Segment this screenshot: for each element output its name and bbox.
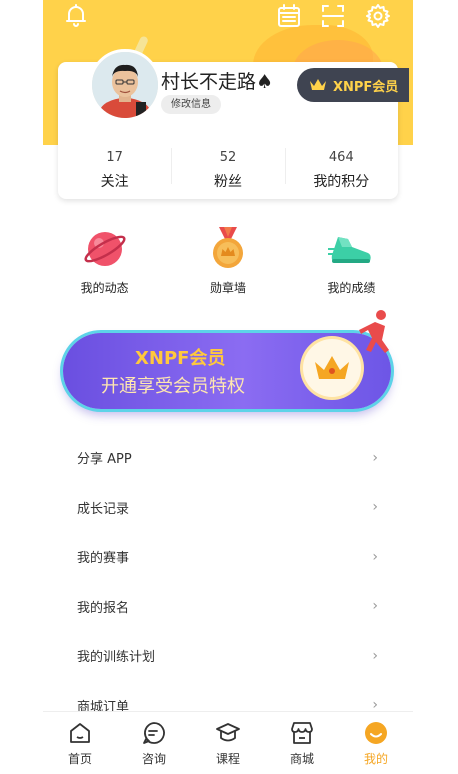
avatar[interactable] bbox=[89, 49, 161, 121]
banner-subtitle: 开通享受会员特权 bbox=[101, 376, 245, 397]
quick-link-medals[interactable]: 勋章墙 bbox=[166, 225, 289, 300]
tab-label: 首页 bbox=[67, 752, 92, 766]
crown-icon bbox=[303, 339, 361, 397]
chevron-right-icon: › bbox=[372, 548, 378, 565]
stats-row: 17 关注 52 粉丝 464 我的积分 bbox=[58, 142, 398, 192]
tab-consult[interactable]: 咨询 bbox=[117, 712, 191, 774]
stat-value: 464 bbox=[328, 150, 354, 165]
app-screen: 村长不走路♠ 修改信息 XNPF会员 17 关注 52 粉丝 464 我的积分 bbox=[43, 0, 413, 774]
tab-home[interactable]: 首页 bbox=[43, 712, 117, 774]
menu-item-label: 成长记录 bbox=[77, 501, 130, 517]
tab-label: 商城 bbox=[289, 752, 314, 766]
stat-following[interactable]: 17 关注 bbox=[58, 142, 171, 192]
runner-icon bbox=[359, 310, 389, 353]
quick-links: 我的动态 勋章墙 我的成绩 bbox=[43, 225, 413, 300]
banner-title: XNPF会员 bbox=[135, 348, 226, 369]
username: 村长不走路♠ bbox=[161, 67, 273, 94]
vip-label: XNPF会员 bbox=[333, 79, 399, 95]
stat-points[interactable]: 464 我的积分 bbox=[284, 142, 398, 192]
menu-item-label: 分享 APP bbox=[77, 452, 132, 468]
tab-label: 咨询 bbox=[141, 752, 166, 766]
chevron-right-icon: › bbox=[372, 647, 378, 664]
stat-label: 关注 bbox=[100, 174, 129, 190]
home-icon bbox=[70, 723, 90, 743]
sneaker-icon bbox=[328, 237, 371, 263]
stat-followers[interactable]: 52 粉丝 bbox=[171, 142, 284, 192]
menu-item-label: 我的报名 bbox=[77, 600, 130, 616]
bell-icon[interactable] bbox=[63, 3, 89, 29]
vip-promo-banner[interactable]: XNPF会员 开通享受会员特权 bbox=[63, 310, 395, 410]
menu-item-growth-record[interactable]: 成长记录 › bbox=[43, 483, 413, 533]
quick-link-label: 我的成绩 bbox=[327, 281, 376, 295]
tab-label: 课程 bbox=[215, 752, 240, 766]
scan-icon[interactable] bbox=[320, 3, 346, 29]
bottom-tab-bar: 首页 咨询 课程 商城 我的 bbox=[43, 711, 413, 774]
stat-value: 17 bbox=[106, 150, 123, 165]
tab-mine[interactable]: 我的 bbox=[339, 712, 413, 774]
menu-item-label: 我的赛事 bbox=[77, 551, 130, 567]
profile-icon bbox=[365, 722, 387, 744]
tab-courses[interactable]: 课程 bbox=[191, 712, 265, 774]
menu-item-my-events[interactable]: 我的赛事 › bbox=[43, 532, 413, 582]
settings-menu: 分享 APP › 成长记录 › 我的赛事 › 我的报名 › 我的训练计划 › 商… bbox=[43, 433, 413, 730]
chevron-right-icon: › bbox=[372, 449, 378, 466]
planet-icon bbox=[84, 232, 126, 266]
calendar-icon[interactable] bbox=[276, 3, 302, 29]
quick-link-results[interactable]: 我的成绩 bbox=[290, 225, 413, 300]
tab-shop[interactable]: 商城 bbox=[265, 712, 339, 774]
stat-value: 52 bbox=[219, 150, 237, 165]
gear-icon[interactable] bbox=[365, 3, 391, 29]
username-text: 村长不走路 bbox=[161, 71, 257, 93]
store-icon bbox=[291, 722, 313, 744]
menu-item-my-registrations[interactable]: 我的报名 › bbox=[43, 582, 413, 632]
menu-item-label: 我的训练计划 bbox=[77, 650, 156, 666]
quick-link-activity[interactable]: 我的动态 bbox=[43, 225, 166, 300]
stat-label: 我的积分 bbox=[313, 174, 370, 190]
menu-item-share-app[interactable]: 分享 APP › bbox=[43, 433, 413, 483]
chevron-right-icon: › bbox=[372, 598, 378, 615]
spade-icon: ♠ bbox=[256, 71, 274, 93]
quick-link-label: 我的动态 bbox=[80, 281, 129, 295]
chat-icon bbox=[143, 722, 165, 744]
tab-label: 我的 bbox=[363, 752, 388, 766]
menu-item-training-plan[interactable]: 我的训练计划 › bbox=[43, 631, 413, 681]
edit-profile-button[interactable]: 修改信息 bbox=[161, 95, 221, 114]
stat-label: 粉丝 bbox=[213, 174, 242, 190]
graduation-cap-icon bbox=[216, 723, 240, 742]
profile-card: 村长不走路♠ 修改信息 XNPF会员 17 关注 52 粉丝 464 我的积分 bbox=[58, 49, 409, 199]
medal-icon bbox=[212, 227, 243, 268]
vip-badge[interactable]: XNPF会员 bbox=[297, 68, 409, 102]
chevron-right-icon: › bbox=[372, 499, 378, 516]
quick-link-label: 勋章墙 bbox=[209, 281, 246, 295]
crown-icon bbox=[310, 79, 326, 90]
